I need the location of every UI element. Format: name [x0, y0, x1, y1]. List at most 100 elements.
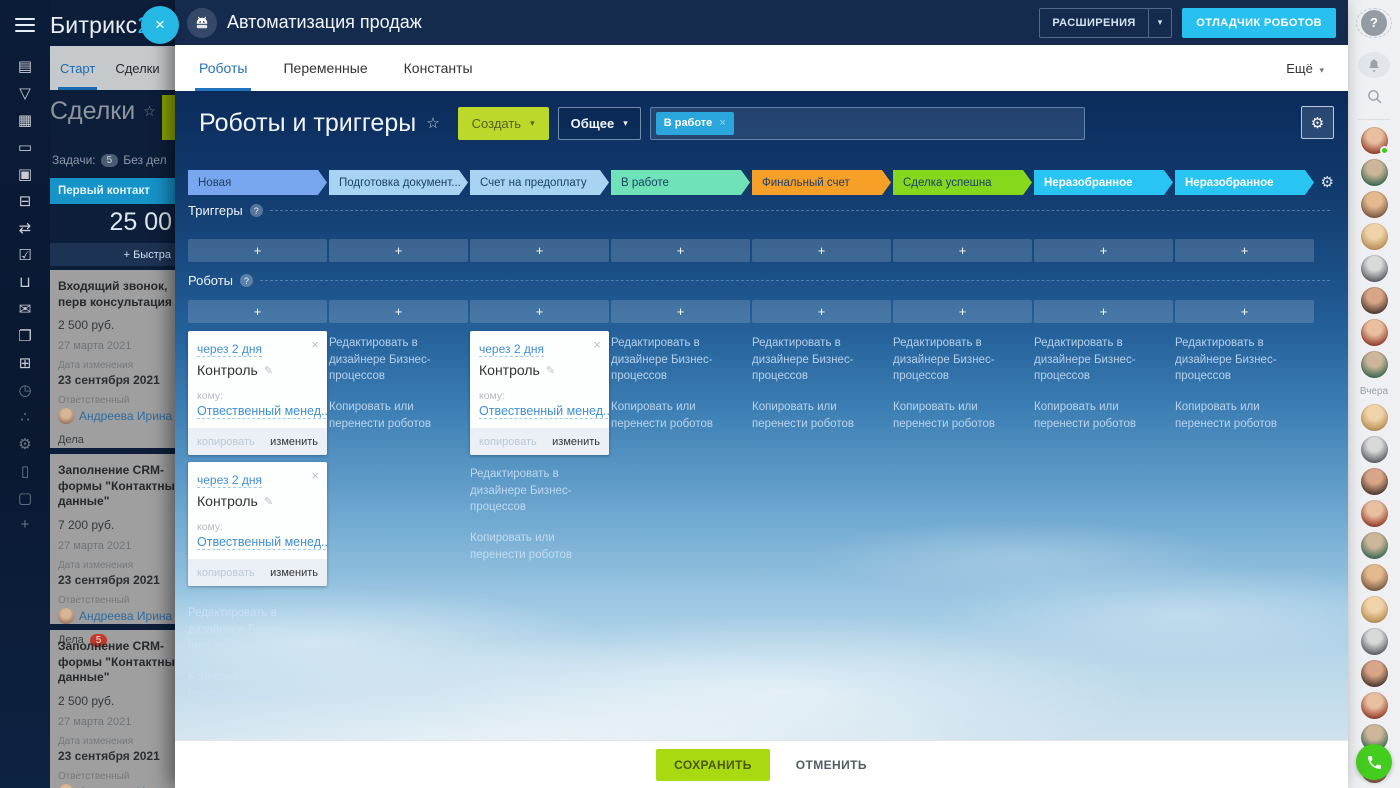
desktop-icon[interactable]: ▢ — [0, 484, 50, 511]
stage-unsorted[interactable]: Неразобранное — [1175, 170, 1314, 195]
robot-card[interactable]: × через 2 дня Контроль ✎ кому: Отвествен… — [470, 331, 609, 455]
remove-tag-icon[interactable]: × — [719, 117, 725, 129]
cancel-button[interactable]: ОТМЕНИТЬ — [796, 758, 867, 772]
stages-settings-gear-icon[interactable]: ⚙ — [1321, 173, 1334, 191]
contacts-icon[interactable]: ▣ — [0, 160, 50, 187]
stage-new[interactable]: Новая — [188, 170, 327, 195]
add-robot-button[interactable]: + — [188, 300, 327, 323]
avatar[interactable] — [1361, 191, 1388, 218]
delete-robot-icon[interactable]: × — [311, 468, 319, 483]
add-trigger-button[interactable]: + — [752, 239, 891, 262]
tasks-count-badge[interactable]: 5 — [101, 154, 119, 167]
filter-search-field[interactable]: В работе × — [650, 107, 1085, 140]
settings-gear-icon[interactable]: ⚙ — [0, 430, 50, 457]
add-trigger-button[interactable]: + — [893, 239, 1032, 262]
stage-unsorted[interactable]: Неразобранное — [1034, 170, 1173, 195]
copy-move-robots-link[interactable]: Копировать или перенести роботов — [1034, 399, 1173, 432]
avatar[interactable] — [1361, 319, 1388, 346]
copy-move-robots-link[interactable]: Копировать или перенести роботов — [329, 399, 468, 432]
deal-card[interactable]: Заполнение CRM-формы "Контактные данные"… — [50, 630, 175, 788]
avatar[interactable] — [1361, 255, 1388, 282]
robot-assignee-link[interactable]: Отвественный менед... — [479, 404, 609, 419]
deal-responsible-name[interactable]: Андреева Ирина — [79, 609, 172, 623]
delete-robot-icon[interactable]: × — [311, 337, 319, 352]
copy-robot-button[interactable]: копировать — [197, 567, 255, 579]
quick-deal-button[interactable]: + Быстра — [50, 243, 175, 266]
add-trigger-button[interactable]: + — [470, 239, 609, 262]
open-designer-link[interactable]: Редактировать в дизайнере Бизнес-процесс… — [752, 335, 891, 385]
tab-constants[interactable]: Константы — [404, 45, 473, 91]
copy-move-robots-link[interactable]: Копировать или перенести роботов — [470, 530, 609, 563]
extensions-button[interactable]: РАСШИРЕНИЯ ▾ — [1039, 8, 1172, 38]
chat-icon[interactable]: ❐ — [0, 322, 50, 349]
open-designer-link[interactable]: Редактировать в дизайнере Бизнес-процесс… — [188, 605, 327, 655]
stage-header-first-contact[interactable]: Первый контакт — [50, 178, 175, 204]
add-trigger-button[interactable]: + — [329, 239, 468, 262]
stage-final-invoice[interactable]: Финальный счет — [752, 170, 891, 195]
avatar[interactable] — [1361, 127, 1388, 154]
avatar[interactable] — [1361, 692, 1388, 719]
robot-assignee-link[interactable]: Отвественный менед... — [197, 404, 327, 419]
edit-robot-button[interactable]: изменить — [270, 436, 318, 448]
add-trigger-button[interactable]: + — [1175, 239, 1314, 262]
robot-assignee-link[interactable]: Отвественный менед... — [197, 535, 327, 550]
edit-pencil-icon[interactable]: ✎ — [546, 364, 555, 377]
deal-responsible-name[interactable]: Андреева Ирина — [79, 409, 172, 423]
menu-icon[interactable] — [15, 14, 35, 36]
sites-icon[interactable]: ▭ — [0, 133, 50, 160]
robot-debugger-button[interactable]: ОТЛАДЧИК РОБОТОВ — [1182, 8, 1336, 38]
avatar[interactable] — [1361, 287, 1388, 314]
avatar[interactable] — [1361, 564, 1388, 591]
copy-move-robots-link[interactable]: Копировать или перенести роботов — [893, 399, 1032, 432]
mobile-icon[interactable]: ▯ — [0, 457, 50, 484]
open-designer-link[interactable]: Редактировать в дизайнере Бизнес-процесс… — [611, 335, 750, 385]
copy-move-robots-link[interactable]: Копировать или перенести роботов — [752, 399, 891, 432]
mail-icon[interactable]: ✉ — [0, 295, 50, 322]
add-plus-icon[interactable]: + — [0, 511, 50, 538]
add-robot-button[interactable]: + — [1175, 300, 1314, 323]
open-designer-link[interactable]: Редактировать в дизайнере Бизнес-процесс… — [1175, 335, 1314, 385]
avatar[interactable] — [1361, 404, 1388, 431]
phone-call-button[interactable] — [1356, 744, 1392, 780]
more-menu[interactable]: Ещё ▾ — [1286, 61, 1324, 76]
delete-robot-icon[interactable]: × — [593, 337, 601, 352]
edit-pencil-icon[interactable]: ✎ — [264, 495, 273, 508]
add-robot-button[interactable]: + — [893, 300, 1032, 323]
stage-in-progress[interactable]: В работе — [611, 170, 750, 195]
stage-deal-won[interactable]: Сделка успешна — [893, 170, 1032, 195]
add-trigger-button[interactable]: + — [1034, 239, 1173, 262]
filter-settings-gear-icon[interactable]: ⚙ — [1301, 106, 1334, 139]
filter-tag-in-progress[interactable]: В работе × — [656, 112, 734, 135]
tab-start[interactable]: Старт — [50, 46, 105, 90]
add-robot-button[interactable]: + — [611, 300, 750, 323]
calendar-icon[interactable]: ⊞ — [0, 349, 50, 376]
tab-robots[interactable]: Роботы — [199, 45, 247, 91]
copy-robot-button[interactable]: копировать — [479, 436, 537, 448]
search-icon[interactable] — [1366, 88, 1383, 110]
copy-move-robots-link[interactable]: Копировать или перенести роботов — [1175, 399, 1314, 432]
help-button[interactable]: ? — [1356, 8, 1392, 38]
network-share-icon[interactable]: ∴ — [0, 403, 50, 430]
copy-robot-button[interactable]: копировать — [197, 436, 255, 448]
stage-prepayment-invoice[interactable]: Счет на предоплату — [470, 170, 609, 195]
open-designer-link[interactable]: Редактировать в дизайнере Бизнес-процесс… — [329, 335, 468, 385]
avatar[interactable] — [1361, 660, 1388, 687]
apps-grid-icon[interactable]: ▦ — [0, 106, 50, 133]
crm-funnel-icon[interactable]: ▽ — [0, 79, 50, 106]
open-designer-link[interactable]: Редактировать в дизайнере Бизнес-процесс… — [893, 335, 1032, 385]
help-icon[interactable]: ? — [240, 274, 253, 287]
tab-variables[interactable]: Переменные — [283, 45, 367, 91]
deal-card[interactable]: Входящий звонок, перв консультация 2 500… — [50, 270, 175, 448]
avatar[interactable] — [1361, 596, 1388, 623]
robot-card[interactable]: × через 2 дня Контроль ✎ кому: Отвествен… — [188, 462, 327, 586]
sync-icon[interactable]: ⇄ — [0, 214, 50, 241]
edit-robot-button[interactable]: изменить — [552, 436, 600, 448]
open-designer-link[interactable]: Редактировать в дизайнере Бизнес-процесс… — [470, 466, 609, 516]
notifications-bell-icon[interactable] — [1358, 52, 1390, 78]
storage-drive-icon[interactable]: ⊟ — [0, 187, 50, 214]
chevron-down-icon[interactable]: ▾ — [1149, 17, 1172, 28]
save-button[interactable]: СОХРАНИТЬ — [656, 749, 770, 781]
favorite-star-icon[interactable]: ☆ — [426, 114, 439, 132]
add-trigger-button[interactable]: + — [611, 239, 750, 262]
avatar[interactable] — [1361, 628, 1388, 655]
